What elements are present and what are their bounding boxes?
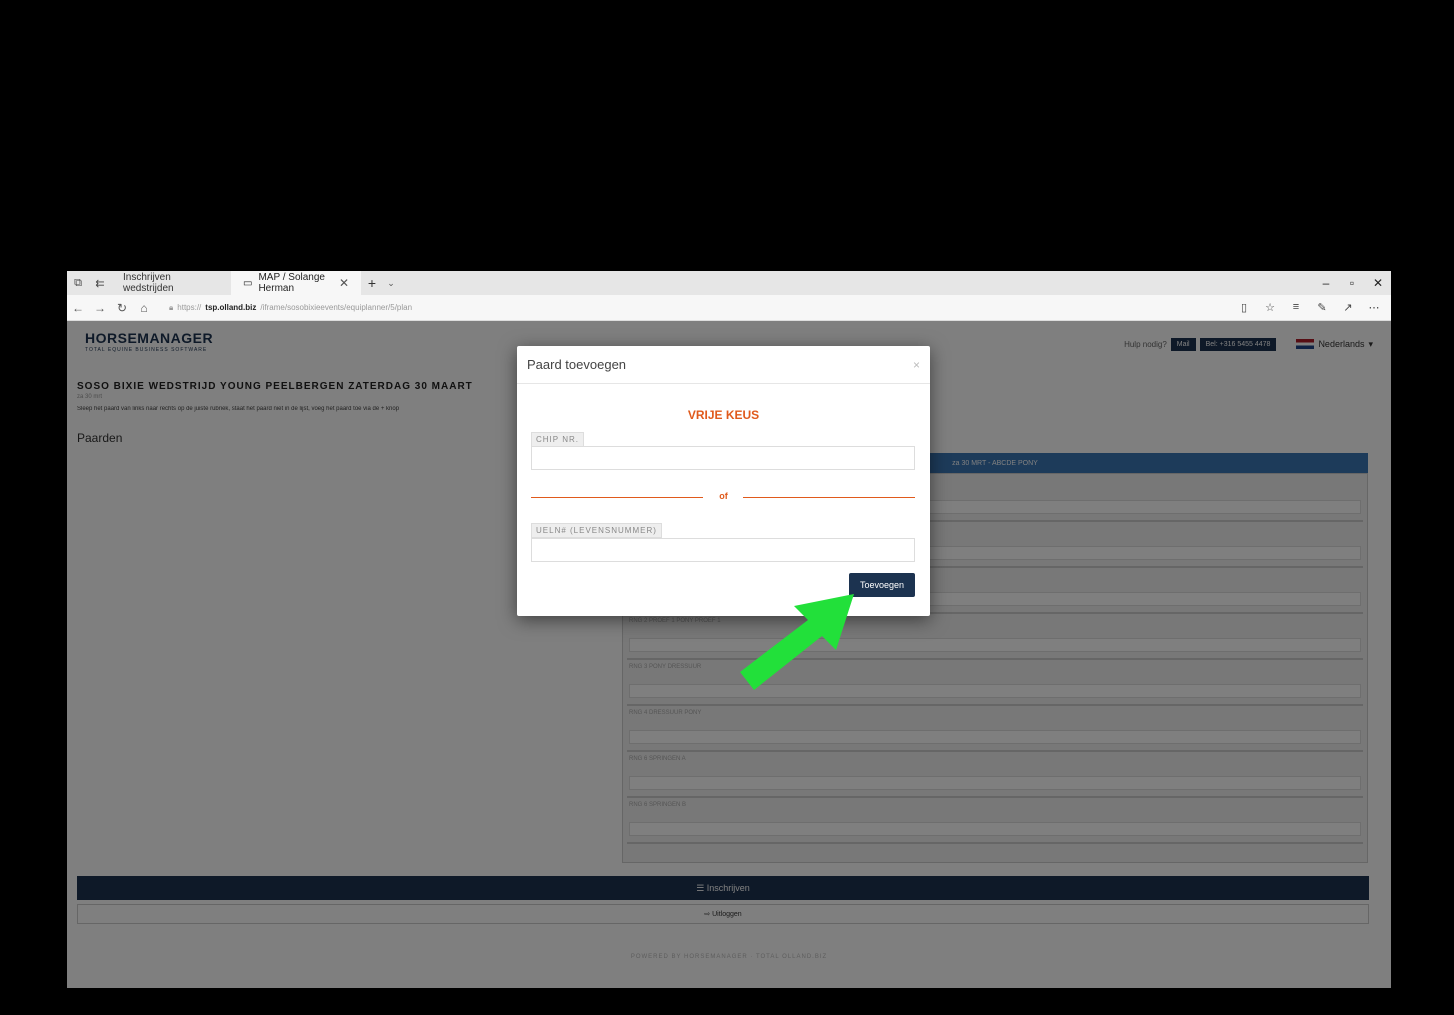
tab-map[interactable]: ▭ MAP / Solange Herman ✕ xyxy=(231,271,361,295)
url-prefix: https:// xyxy=(177,303,202,312)
add-horse-modal: Paard toevoegen × VRIJE KEUS CHIP NR. of… xyxy=(517,346,930,616)
minimize-icon[interactable]: – xyxy=(1313,276,1339,290)
new-tab-icon[interactable]: + xyxy=(361,275,383,291)
modal-header: Paard toevoegen × xyxy=(517,346,930,384)
url-host: tsp.olland.biz xyxy=(205,303,257,312)
tab-label: MAP / Solange Herman xyxy=(258,272,325,294)
tab-inschrijven[interactable]: Inschrijven wedstrijden xyxy=(111,271,231,295)
chip-label: CHIP NR. xyxy=(531,432,584,447)
tab-close-icon[interactable]: ✕ xyxy=(339,276,349,290)
share-icon[interactable]: ↗ xyxy=(1339,301,1357,314)
close-window-icon[interactable]: ✕ xyxy=(1365,276,1391,290)
green-arrow-icon xyxy=(740,594,854,690)
maximize-icon[interactable]: ▫ xyxy=(1339,276,1365,290)
chip-input[interactable] xyxy=(531,446,915,470)
address-bar: ← → ↻ ⌂ 🔒︎ https://tsp.olland.biz/iframe… xyxy=(67,295,1391,321)
ueln-input[interactable] xyxy=(531,538,915,562)
lock-icon: 🔒︎ xyxy=(169,302,174,312)
favorites-list-icon[interactable]: ≡ xyxy=(1287,301,1305,314)
back-icon[interactable]: ← xyxy=(67,301,89,315)
ueln-label: UELN# (LEVENSNUMMER) xyxy=(531,523,662,538)
favorite-star-icon[interactable]: ☆ xyxy=(1261,301,1279,314)
home-icon[interactable]: ⌂ xyxy=(133,301,155,315)
url-path: /iframe/sosobixieevents/equiplanner/5/pl… xyxy=(260,303,413,312)
url-field[interactable]: 🔒︎ https://tsp.olland.biz/iframe/sosobix… xyxy=(169,303,1149,313)
modal-close-icon[interactable]: × xyxy=(913,358,920,372)
tabs-aside-icon[interactable]: ⇇ xyxy=(89,277,111,290)
forward-icon[interactable]: → xyxy=(89,301,111,315)
tab-label: Inschrijven wedstrijden xyxy=(123,272,174,294)
more-icon[interactable]: ⋯ xyxy=(1365,301,1383,314)
or-text: of xyxy=(719,491,728,501)
modal-heading: VRIJE KEUS xyxy=(687,408,760,422)
divider-right xyxy=(743,497,915,498)
reading-view-icon[interactable]: ▯ xyxy=(1235,301,1253,314)
chevron-down-icon[interactable]: ⌄ xyxy=(383,278,399,289)
refresh-icon[interactable]: ↻ xyxy=(111,301,133,315)
add-button[interactable]: Toevoegen xyxy=(849,573,915,597)
modal-title: Paard toevoegen xyxy=(527,357,627,372)
tab-bar: ⧉ ⇇ Inschrijven wedstrijden ▭ MAP / Sola… xyxy=(67,271,1391,295)
tab-actions-icon[interactable]: ⧉ xyxy=(67,277,89,290)
page-icon: ▭ xyxy=(243,277,253,289)
pen-icon[interactable]: ✎ xyxy=(1313,301,1331,314)
